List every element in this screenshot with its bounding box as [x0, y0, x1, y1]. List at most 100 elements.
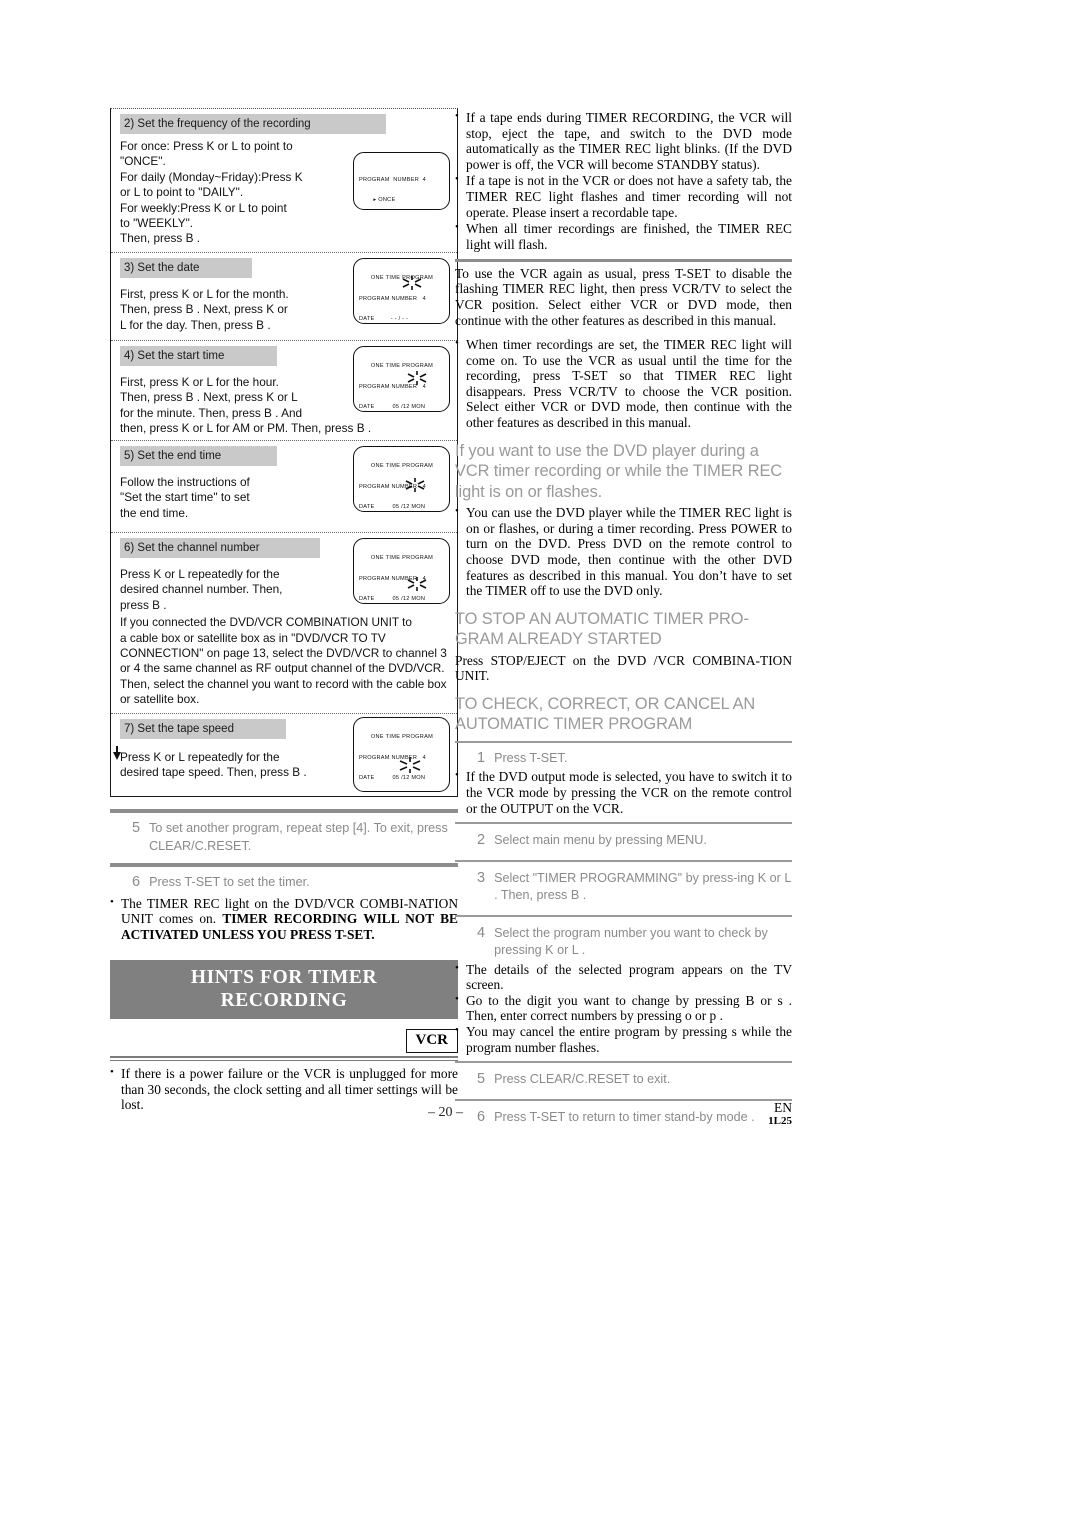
document-code: 1L25 [768, 1115, 792, 1127]
osd-row: DATE 05 /12 MON [359, 596, 426, 603]
step-number: 4 [477, 924, 486, 941]
osd-row: DATE 05 /12 MON [359, 504, 426, 511]
step-text: Press T-SET to set the timer. [149, 875, 310, 889]
step-4-line-4: then, press K or L for AM or PM. Then, p… [120, 421, 372, 436]
osd-title: ONE TIME PROGRAM [370, 463, 434, 470]
step-text: Select "TIMER PROGRAMMING" by press-ing … [494, 870, 791, 903]
step-3-line-2: Then, press B . Next, press K or [120, 302, 288, 317]
osd-row: PROGRAM NUMBER 4 [359, 384, 426, 391]
osd-set-end-time: ONE TIME PROGRAM PROGRAM NUMBER 4 DATE 0… [353, 446, 450, 512]
step-4-line-1: First, press K or L for the hour. [120, 375, 279, 389]
step-3-line-3: L for the day. Then, press B . [120, 317, 271, 332]
numbered-step-2: 2 Select main menu by pressing MENU. [455, 829, 792, 854]
step-number: 6 [132, 874, 141, 890]
step-2-line-2: "ONCE". [120, 154, 166, 169]
osd-frequency-menu: PROGRAM NUMBER 4 ▸ ONCE DAILY WEEKLY [353, 152, 450, 210]
heading-stop-auto-program: TO STOP AN AUTOMATIC TIMER PRO-GRAM ALRE… [455, 609, 749, 649]
osd-row: PROGRAM NUMBER 4 [359, 576, 426, 583]
step-text: To set another program, repeat step [4].… [149, 821, 448, 853]
step-text: Press CLEAR/C.RESET to exit. [494, 1072, 671, 1087]
power-failure-note: If there is a power failure or the VCR i… [110, 1065, 458, 1113]
step-5-line-1: Follow the instructions of [120, 475, 250, 489]
heading-dvd-during-timer: If you want to use the DVD player during… [455, 441, 783, 501]
step-2-line-1: For once: Press K or L to point to [120, 139, 293, 153]
vcr-mode-tag: VCR [405, 1029, 458, 1054]
step-6-line-1: Press K or L repeatedly for the [120, 567, 280, 581]
bullet-dvd-during: You can use the DVD player while the TIM… [455, 504, 792, 599]
step-4-line-2: Then, press B . Next, press K or L [120, 390, 298, 405]
step-number: 5 [132, 820, 141, 836]
heading-check-correct-cancel: TO CHECK, CORRECT, OR CANCEL AN AUTOMATI… [455, 694, 756, 734]
step-text: Select the program number you want to ch… [494, 925, 768, 958]
step-heading-6: 6) Set the channel number [120, 538, 320, 558]
step-heading-3: 3) Set the date [120, 258, 252, 278]
step-7-line-1: Press K or L repeatedly for the [120, 750, 280, 764]
numbered-step-4: 4 Select the program number you want to … [455, 922, 792, 962]
bullet-no-tape: If a tape is not in the VCR or does not … [455, 172, 792, 220]
divider [455, 859, 792, 862]
divider [455, 914, 792, 917]
step-block-6: 6) Set the channel number Press K or L r… [111, 533, 457, 714]
paragraph-stop-auto-program: Press STOP/EJECT on the DVD /VCR COMBINA… [455, 652, 792, 684]
paragraph-use-vcr-again: To use the VCR again as usual, press T-S… [455, 265, 792, 328]
step-6-extra-3: CONNECTION" on page 13, select the DVD/V… [120, 646, 447, 661]
osd-set-tape-speed: ONE TIME PROGRAM PROGRAM NUMBER 4 DATE 0… [353, 717, 450, 792]
step-text: Press T-SET. [494, 750, 568, 765]
step-2-line-6: to "WEEKLY". [120, 216, 194, 231]
step-block-4: 4) Set the start time First, press K or … [111, 341, 457, 441]
step-block-5: 5) Set the end time Follow the instructi… [111, 441, 457, 533]
osd-set-date: ONE TIME PROGRAM PROGRAM NUMBER 4 DATE -… [353, 258, 450, 324]
pointer-arrow-icon [113, 746, 121, 760]
divider [110, 1056, 458, 1062]
step-3-line-1: First, press K or L for the month. [120, 287, 289, 301]
step-2-line-7: Then, press B . [120, 231, 200, 246]
hints-banner-line-1: HINTS FOR TIMER [190, 967, 378, 989]
numbered-step-6-right: 6 Press T-SET to return to timer stand-b… [455, 1106, 792, 1131]
step-number: 2 [477, 832, 486, 849]
bullet-timer-set: When timer recordings are set, the TIMER… [455, 336, 792, 431]
divider [455, 822, 792, 825]
osd-row: PROGRAM NUMBER 4 [359, 484, 426, 491]
osd-set-channel: ONE TIME PROGRAM PROGRAM NUMBER 4 DATE 0… [353, 538, 450, 604]
osd-title: ONE TIME PROGRAM [370, 555, 434, 562]
page-number: – 20 – [428, 1105, 463, 1120]
hints-banner-line-2: RECORDING [220, 990, 348, 1012]
step-5-line-2: "Set the start time" to set [120, 490, 250, 505]
step-number: 3 [477, 869, 486, 886]
step-2-line-3: For daily (Monday~Friday):Press K [120, 169, 303, 184]
osd-title: ONE TIME PROGRAM [370, 734, 434, 741]
step-heading-4: 4) Set the start time [120, 346, 277, 366]
step-body-3: First, press K or L for the month. Then,… [120, 287, 332, 333]
step-block-2: 2) Set the frequency of the recording Fo… [111, 109, 457, 253]
bullet-all-finished: When all timer recordings are finished, … [455, 220, 792, 252]
osd-title: ONE TIME PROGRAM [370, 363, 434, 370]
step-4-line-3: for the minute. Then, press B . And [120, 405, 303, 420]
vcr-tag-row: VCR [110, 1029, 458, 1054]
step-number: 1 [477, 749, 486, 766]
step-body-6: Press K or L repeatedly for the desired … [120, 567, 332, 613]
step-text: Select main menu by pressing MENU. [494, 833, 707, 848]
step-6-extra-2: a cable box or satellite box as in "DVD/… [120, 630, 386, 645]
osd-set-start-time: ONE TIME PROGRAM PROGRAM NUMBER 4 DATE 0… [353, 346, 450, 412]
divider [455, 1098, 792, 1101]
step-number: 6 [477, 1108, 486, 1125]
step-6-extra-5: Then, select the channel you want to rec… [120, 676, 447, 691]
right-column: If a tape ends during TIMER RECORDING, t… [455, 109, 792, 1131]
step-block-7: 7) Set the tape speed Press K or L repea… [111, 714, 457, 796]
steps-box: 2) Set the frequency of the recording Fo… [110, 108, 458, 797]
divider [455, 259, 792, 262]
numbered-step-5-right: 5 Press CLEAR/C.RESET to exit. [455, 1068, 792, 1093]
step-heading-7: 7) Set the tape speed [120, 719, 286, 739]
step-body-2: For once: Press K or L to point to "ONCE… [120, 139, 332, 247]
osd-title: ONE TIME PROGRAM [370, 275, 434, 282]
numbered-step-1: 1 Press T-SET. [455, 748, 792, 770]
step-2-line-5: For weekly:Press K or L to point [120, 200, 287, 215]
osd-row: DATE 05 /12 MON [359, 404, 426, 411]
bullet-change-digit: Go to the digit you want to change by pr… [455, 992, 792, 1024]
timer-rec-light-note: The TIMER REC light on the DVD/VCR COMBI… [110, 895, 458, 943]
osd-row: PROGRAM NUMBER 4 [359, 296, 426, 303]
step-6-extra-6: or satellite box. [120, 692, 200, 707]
numbered-step-6: 6 Press T-SET to set the timer. [110, 867, 458, 894]
step-heading-5: 5) Set the end time [120, 446, 277, 466]
step-text: Press T-SET to return to timer stand-by … [494, 1109, 755, 1124]
